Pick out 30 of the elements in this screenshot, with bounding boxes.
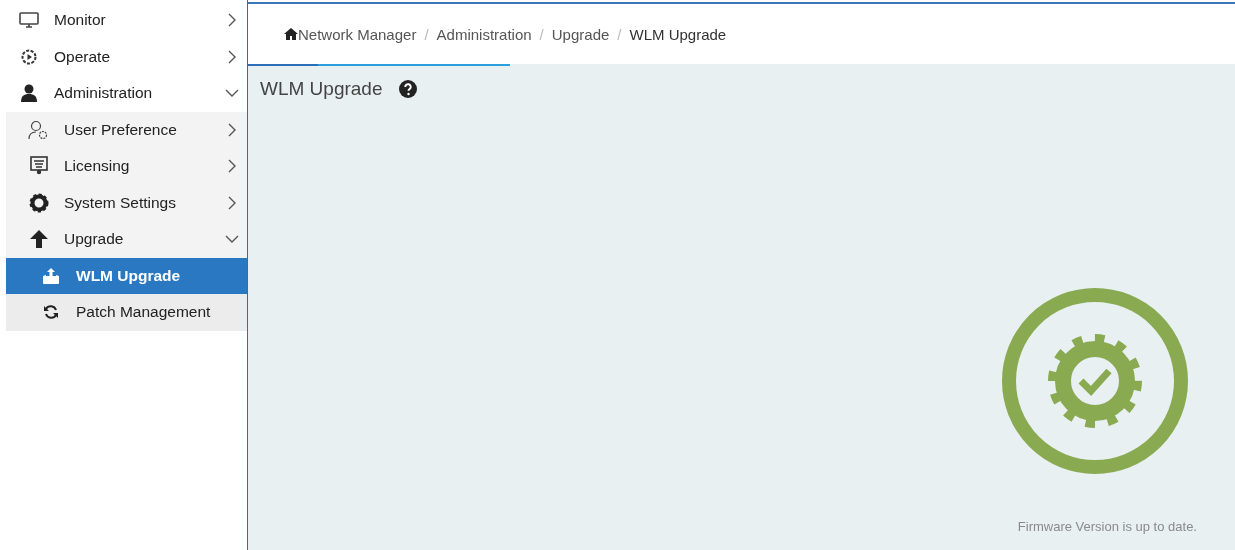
certificate-icon: [30, 156, 48, 177]
home-icon[interactable]: [284, 28, 298, 40]
upload-box-icon: [42, 266, 60, 285]
status-message: Firmware Version is up to date.: [1017, 519, 1197, 534]
nav-item[interactable]: Upgrade: [6, 221, 247, 258]
user-icon: [21, 84, 37, 103]
nav-item[interactable]: Administration: [0, 75, 247, 112]
monitor-icon: [19, 12, 39, 29]
gear-check-icon: [1001, 287, 1189, 475]
nav-item[interactable]: Licensing: [6, 148, 247, 185]
nav-item[interactable]: Operate: [0, 38, 247, 75]
nav-item[interactable]: Monitor: [0, 2, 247, 39]
page-title: WLM Upgrade: [260, 78, 383, 100]
breadcrumb-separator: /: [424, 25, 429, 43]
breadcrumb-current: WLM Upgrade: [629, 25, 727, 43]
breadcrumb-link[interactable]: Upgrade: [551, 25, 610, 43]
refresh-icon: [43, 304, 59, 321]
nav-item[interactable]: System Settings: [6, 184, 247, 221]
up-arrow-icon: [29, 229, 49, 250]
play-gear-icon: [20, 47, 38, 66]
nav-item[interactable]: User Preference: [6, 111, 247, 148]
breadcrumb-link[interactable]: Administration: [436, 25, 532, 43]
breadcrumb-link[interactable]: Network Manager: [298, 25, 417, 43]
nav-item[interactable]: Patch Management: [6, 294, 247, 331]
breadcrumb-separator: /: [617, 25, 622, 43]
gear-icon: [29, 192, 49, 213]
breadcrumb-separator: /: [539, 25, 544, 43]
help-icon[interactable]: [398, 80, 417, 98]
user-gear-icon: [28, 119, 50, 140]
nav-item[interactable]: WLM Upgrade: [6, 257, 247, 294]
